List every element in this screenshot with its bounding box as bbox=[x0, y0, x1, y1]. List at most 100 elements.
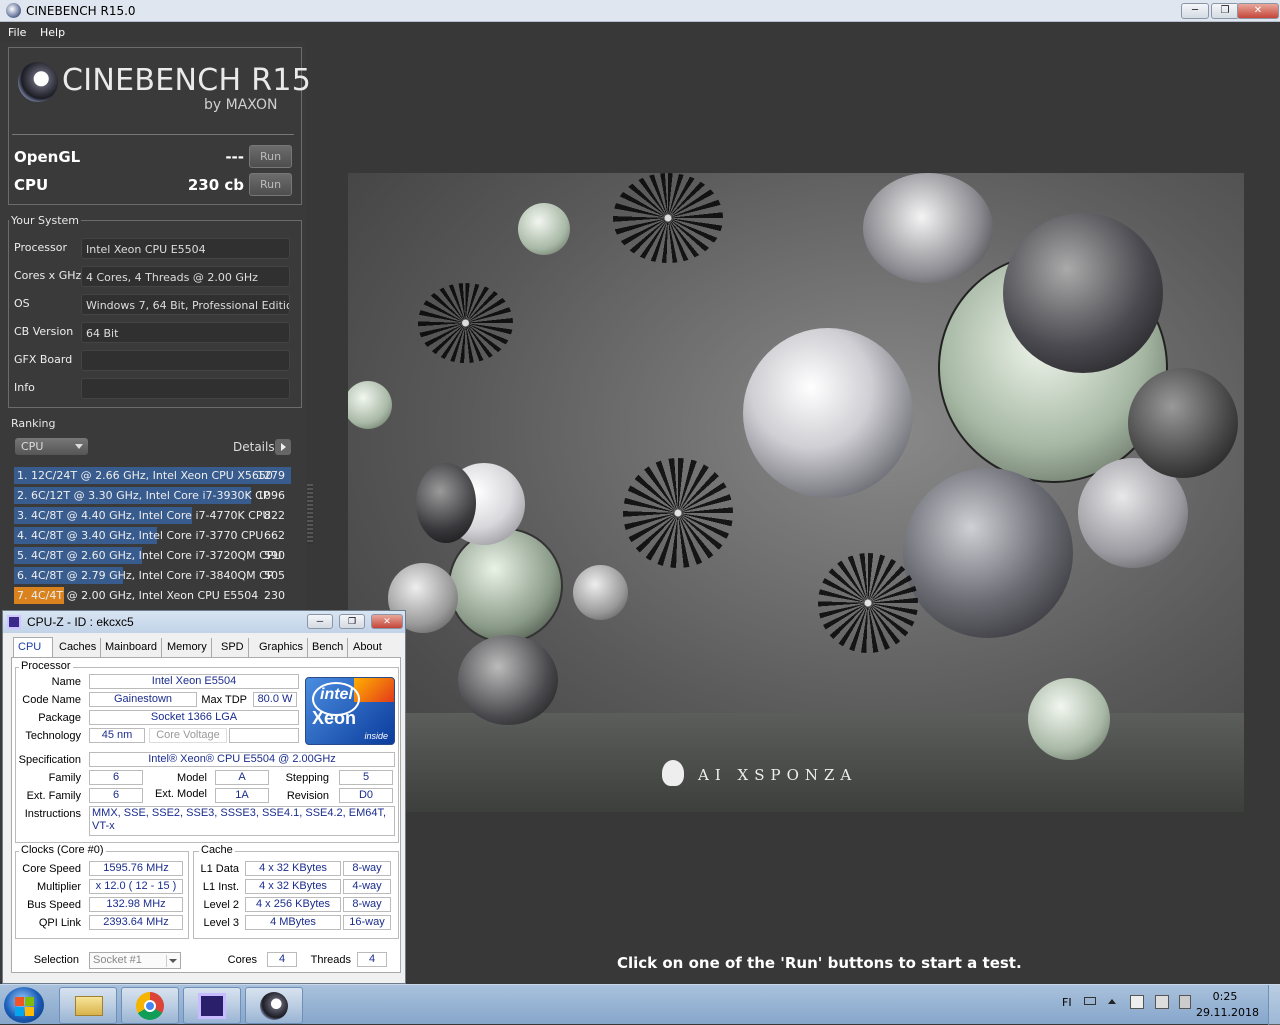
cpuz-restore-button[interactable]: ❐ bbox=[339, 614, 365, 629]
name-label: Name bbox=[51, 676, 81, 688]
ranking-row[interactable]: 7. 4C/4T @ 2.00 GHz, Intel Xeon CPU E550… bbox=[14, 587, 291, 604]
ranking-type-value: CPU bbox=[21, 440, 44, 453]
l1d-value: 4 x 32 KBytes bbox=[245, 861, 341, 876]
minimize-button[interactable]: ─ bbox=[1181, 3, 1209, 19]
dark-sphere-right bbox=[1128, 368, 1238, 478]
network-icon[interactable] bbox=[1155, 995, 1169, 1009]
ranking-text: 7. 4C/4T @ 2.00 GHz, Intel Xeon CPU E550… bbox=[17, 589, 259, 602]
socket-select[interactable]: Socket #1 bbox=[89, 952, 181, 969]
tab-spd[interactable]: SPD bbox=[217, 638, 249, 658]
keyboard-icon[interactable] bbox=[1084, 997, 1096, 1005]
taskbar-cinebench[interactable] bbox=[245, 987, 303, 1024]
family-value: 6 bbox=[89, 770, 143, 785]
tab-bench[interactable]: Bench bbox=[308, 638, 349, 658]
small-glass-sphere bbox=[448, 528, 563, 643]
tab-caches[interactable]: Caches bbox=[55, 638, 102, 658]
close-button[interactable]: ✕ bbox=[1237, 3, 1279, 19]
cpuz-minimize-button[interactable]: ─ bbox=[307, 614, 333, 629]
start-button[interactable] bbox=[4, 987, 44, 1023]
l2-label: Level 2 bbox=[203, 899, 239, 911]
technology-value: 45 nm bbox=[89, 728, 145, 743]
ranking-row[interactable]: 2. 6C/12T @ 3.30 GHz, Intel Core i7-3930… bbox=[14, 487, 291, 504]
l2-way: 8-way bbox=[343, 897, 391, 912]
cpuz-close-button[interactable]: ✕ bbox=[371, 614, 403, 629]
tab-mainboard[interactable]: Mainboard bbox=[101, 638, 162, 658]
revision-value: D0 bbox=[339, 788, 393, 803]
ranking-score: 590 bbox=[264, 549, 285, 562]
model-label: Model bbox=[177, 772, 207, 784]
ranking-row[interactable]: 5. 4C/8T @ 2.60 GHz, Intel Core i7-3720Q… bbox=[14, 547, 291, 564]
ranking-row[interactable]: 1. 12C/24T @ 2.66 GHz, Intel Xeon CPU X5… bbox=[14, 467, 291, 484]
mint-sphere-left bbox=[348, 381, 392, 429]
codename-value: Gainestown bbox=[89, 692, 197, 707]
system-value bbox=[81, 378, 290, 399]
ranking-score: 822 bbox=[264, 509, 285, 522]
ranking-text: 6. 4C/8T @ 2.79 GHz, Intel Core i7-3840Q… bbox=[17, 569, 274, 582]
l1i-way: 4-way bbox=[343, 879, 391, 894]
black-sphere bbox=[416, 463, 476, 543]
render-viewport bbox=[348, 173, 1244, 812]
extfamily-value: 6 bbox=[89, 788, 143, 803]
volume-muted-icon[interactable] bbox=[1179, 995, 1191, 1009]
socket-select-value: Socket #1 bbox=[93, 954, 142, 966]
taskbar-chrome[interactable] bbox=[121, 987, 179, 1024]
splitter-grip[interactable] bbox=[307, 484, 313, 544]
action-center-icon[interactable] bbox=[1130, 995, 1144, 1009]
l3-way: 16-way bbox=[343, 915, 391, 930]
system-value bbox=[81, 350, 290, 371]
menu-file[interactable]: File bbox=[8, 26, 26, 39]
threads-value: 4 bbox=[357, 952, 387, 967]
taskbar-explorer[interactable] bbox=[59, 987, 117, 1024]
ranking-score: 230 bbox=[264, 589, 285, 602]
details-label[interactable]: Details bbox=[233, 440, 275, 454]
ranking-row[interactable]: 4. 4C/8T @ 3.40 GHz, Intel Core i7-3770 … bbox=[14, 527, 291, 544]
cinebench-icon bbox=[260, 992, 288, 1020]
family-label: Family bbox=[48, 772, 81, 784]
ranking-row[interactable]: 6. 4C/8T @ 2.79 GHz, Intel Core i7-3840Q… bbox=[14, 567, 291, 584]
window-titlebar: CINEBENCH R15.0 ─ ❐ ✕ bbox=[0, 0, 1280, 22]
technology-label: Technology bbox=[25, 730, 81, 742]
name-value: Intel Xeon E5504 bbox=[89, 674, 299, 689]
cpu-run-button[interactable]: Run bbox=[249, 173, 292, 196]
l1i-value: 4 x 32 KBytes bbox=[245, 879, 341, 894]
qpi-label: QPI Link bbox=[38, 917, 81, 929]
system-label: Info bbox=[14, 381, 35, 394]
language-indicator[interactable]: FI bbox=[1062, 996, 1072, 1009]
intel-badge-product: Xeon bbox=[312, 708, 357, 728]
ranking-type-dropdown[interactable]: CPU bbox=[15, 438, 88, 455]
restore-button[interactable]: ❐ bbox=[1211, 3, 1239, 19]
processor-title: Processor bbox=[19, 660, 73, 672]
opengl-run-button[interactable]: Run bbox=[249, 145, 292, 168]
show-hidden-icons-icon[interactable] bbox=[1108, 999, 1116, 1004]
taskbar-cpuz[interactable] bbox=[183, 987, 241, 1024]
dandelion-left bbox=[418, 283, 513, 363]
system-label: CB Version bbox=[14, 325, 74, 338]
stepping-label: Stepping bbox=[285, 772, 329, 784]
package-value: Socket 1366 LGA bbox=[89, 710, 299, 725]
cpuz-title: CPU-Z - ID : ekcxc5 bbox=[27, 615, 134, 629]
tab-about[interactable]: About bbox=[349, 638, 386, 658]
ranking-row[interactable]: 3. 4C/8T @ 4.40 GHz, Intel Core i7-4770K… bbox=[14, 507, 291, 524]
clocks-title: Clocks (Core #0) bbox=[19, 844, 106, 856]
model-value: A bbox=[215, 770, 269, 785]
system-value: 4 Cores, 4 Threads @ 2.00 GHz bbox=[81, 266, 290, 287]
instructions-value: MMX, SSE, SSE2, SSE3, SSSE3, SSE4.1, SSE… bbox=[89, 806, 395, 836]
ranking-text: 5. 4C/8T @ 2.60 GHz, Intel Core i7-3720Q… bbox=[17, 549, 282, 562]
tab-graphics[interactable]: Graphics bbox=[255, 638, 309, 658]
tab-memory[interactable]: Memory bbox=[163, 638, 212, 658]
menu-help[interactable]: Help bbox=[40, 26, 65, 39]
cpuz-icon bbox=[198, 993, 226, 1019]
cache-title: Cache bbox=[199, 844, 235, 856]
show-desktop-button[interactable] bbox=[1268, 985, 1280, 1025]
details-arrow-icon[interactable] bbox=[275, 439, 291, 455]
cpu-label: CPU bbox=[14, 176, 49, 194]
l1d-label: L1 Data bbox=[200, 863, 239, 875]
mint-sphere-top bbox=[518, 203, 570, 255]
extmodel-value: 1A bbox=[215, 788, 269, 803]
taskbar-clock[interactable]: 0:25 29.11.2018 bbox=[1196, 989, 1259, 1021]
l3-value: 4 MBytes bbox=[245, 915, 341, 930]
cinebench-logo-icon bbox=[18, 62, 58, 102]
chrome-icon bbox=[136, 992, 164, 1020]
tab-cpu[interactable]: CPU bbox=[13, 637, 53, 658]
ranking-score: 1096 bbox=[257, 489, 285, 502]
